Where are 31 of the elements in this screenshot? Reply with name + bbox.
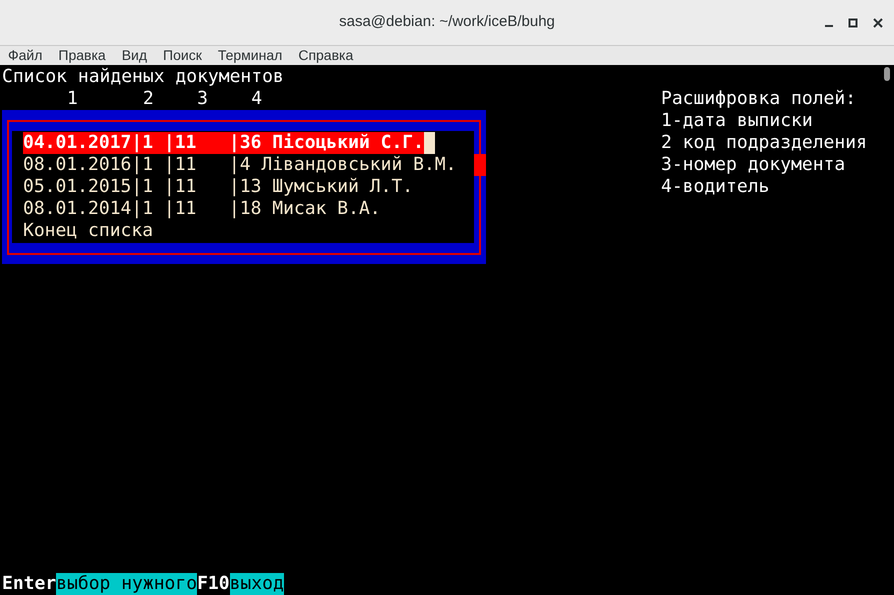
legend-line: 2 код подразделения <box>661 132 867 153</box>
cursor <box>424 132 435 154</box>
menu-item[interactable]: Терминал <box>218 45 282 66</box>
menu-item[interactable]: Правка <box>58 45 106 66</box>
column-number: 1 <box>67 88 78 110</box>
menu-item[interactable]: Вид <box>122 45 148 66</box>
hotkey: Enter <box>2 573 56 595</box>
column-number: 3 <box>197 88 208 110</box>
hotkey-action[interactable]: выбор нужного <box>56 573 198 595</box>
list-row[interactable]: 04.01.2017|1 |11 |36 Пісоцький С.Г. <box>23 132 424 154</box>
heading: Список найденых документов <box>2 66 284 87</box>
column-number: 4 <box>251 88 262 110</box>
menu-item[interactable]: Поиск <box>163 45 202 66</box>
window-title: sasa@debian: ~/work/iceB/buhg <box>339 12 555 32</box>
legend-line: 1-дата выписки <box>661 110 813 131</box>
list-end-text: Конец списка <box>23 220 154 241</box>
scroll-thumb[interactable] <box>474 154 486 176</box>
list-row[interactable]: 08.01.2014|1 |11 |18 Мисак В.А. <box>23 198 381 220</box>
hotkey-action[interactable]: выход <box>230 573 284 595</box>
hotkey: F10 <box>197 573 230 595</box>
close-icon[interactable] <box>872 17 884 29</box>
column-number: 2 <box>142 88 154 110</box>
menu-item[interactable]: Файл <box>8 45 42 66</box>
legend-line: 3-номер документа <box>661 154 846 175</box>
maximize-icon[interactable] <box>848 18 858 28</box>
menu-item[interactable]: Справка <box>298 45 354 66</box>
list-row[interactable]: 08.01.2016|1 |11 |4 Лівандовський В.М. <box>23 154 456 176</box>
scrollbar-thumb[interactable] <box>884 67 890 81</box>
list-row[interactable]: 05.01.2015|1 |11 |13 Шумський Л.Т. <box>23 176 414 198</box>
legend-line: 4-водитель <box>661 176 770 197</box>
legend-line: Расшифровка полей: <box>661 88 856 109</box>
